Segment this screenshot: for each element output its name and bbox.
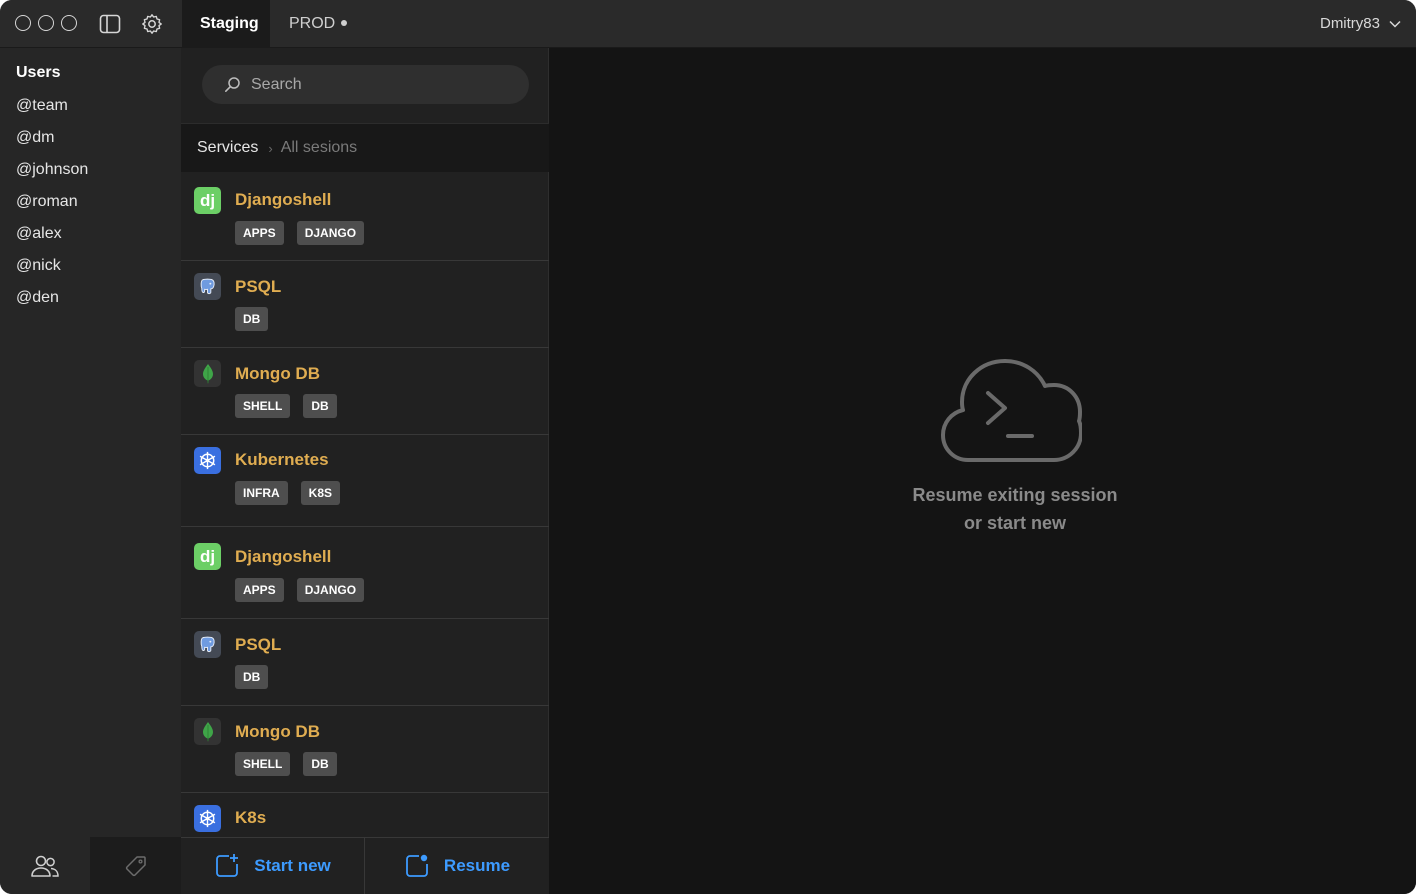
tag-icon xyxy=(125,855,146,876)
sidebar-item-team[interactable]: @team xyxy=(16,97,68,115)
item-title: K8s xyxy=(235,808,267,827)
django-icon: dj xyxy=(194,187,221,214)
tags-tab-button[interactable] xyxy=(90,837,181,894)
top-bar: Staging PROD Dmitry83 xyxy=(0,0,1416,48)
breadcrumb-services[interactable]: Services xyxy=(197,139,258,157)
mongodb-leaf-icon xyxy=(202,363,213,384)
sidebar-heading: Users xyxy=(16,64,61,81)
resume-button[interactable]: Resume xyxy=(365,838,549,894)
item-title: Djangoshell xyxy=(235,190,332,209)
list-item-k8s[interactable]: K8s xyxy=(181,793,549,843)
breadcrumb-current: All sesions xyxy=(280,139,358,156)
breadcrumb: Services › All sesions xyxy=(181,123,549,172)
tag-badge[interactable]: INFRA xyxy=(235,481,288,505)
search-input[interactable] xyxy=(251,75,491,94)
sidebar-toggle-icon[interactable] xyxy=(98,12,122,36)
search-box[interactable] xyxy=(202,65,529,104)
list-item-mongodb[interactable]: Mongo DB SHELL DB xyxy=(181,706,549,793)
sidebar-item-johnson[interactable]: @johnson xyxy=(16,161,88,179)
empty-state-line-2: or start new xyxy=(963,513,1067,533)
postgresql-icon xyxy=(194,273,221,300)
settings-gear-icon[interactable] xyxy=(140,12,164,36)
chevron-down-icon xyxy=(1389,20,1401,28)
tag-badge[interactable]: SHELL xyxy=(235,394,291,418)
tag-badge[interactable]: K8S xyxy=(300,481,341,505)
minimize-window-button[interactable] xyxy=(38,15,54,31)
new-session-icon xyxy=(216,854,239,877)
item-tags: INFRA K8S xyxy=(235,481,341,505)
mongodb-leaf-icon xyxy=(202,721,213,742)
sidebar-item-nick[interactable]: @nick xyxy=(16,257,61,275)
list-item-djangoshell[interactable]: dj Djangoshell APPS DJANGO xyxy=(181,527,549,619)
item-tags: SHELL DB xyxy=(235,394,337,418)
start-new-button[interactable]: Start new xyxy=(181,838,365,894)
chevron-right-icon: › xyxy=(268,140,273,156)
list-item-psql[interactable]: PSQL DB xyxy=(181,261,549,348)
users-icon xyxy=(31,855,59,877)
tag-badge[interactable]: DJANGO xyxy=(296,578,365,602)
tag-badge[interactable]: APPS xyxy=(235,578,284,602)
empty-state-line-1: Resume exiting session xyxy=(912,485,1118,505)
item-title: Djangoshell xyxy=(235,547,332,566)
main-content: Resume exiting session or start new xyxy=(550,48,1416,894)
tab-label: Staging xyxy=(200,15,259,32)
item-title: PSQL xyxy=(235,277,282,296)
list-item-mongodb[interactable]: Mongo DB SHELL DB xyxy=(181,348,549,435)
tag-badge[interactable]: DB xyxy=(303,752,337,776)
kubernetes-helm-icon xyxy=(199,809,216,828)
tab-label: PROD xyxy=(289,15,336,32)
item-tags: APPS DJANGO xyxy=(235,578,365,602)
kubernetes-icon xyxy=(194,447,221,474)
user-name: Dmitry83 xyxy=(1319,15,1380,32)
list-item-psql[interactable]: PSQL DB xyxy=(181,619,549,706)
tag-badge[interactable]: DB xyxy=(235,307,269,331)
item-title: Kubernetes xyxy=(235,450,329,469)
item-title: Mongo DB xyxy=(235,722,320,741)
tab-staging[interactable]: Staging xyxy=(182,0,270,48)
search-icon xyxy=(224,77,240,92)
item-tags: APPS DJANGO xyxy=(235,221,365,245)
postgresql-elephant-icon xyxy=(200,636,215,653)
sidebar-item-roman[interactable]: @roman xyxy=(16,193,78,211)
start-new-label: Start new xyxy=(254,856,331,875)
item-title: Mongo DB xyxy=(235,364,320,383)
sidebar-item-den[interactable]: @den xyxy=(16,289,59,307)
tag-badge[interactable]: APPS xyxy=(235,221,284,245)
sidebar-item-alex[interactable]: @alex xyxy=(16,225,62,243)
list-item-djangoshell[interactable]: dj Djangoshell APPS DJANGO xyxy=(181,172,549,261)
resume-session-icon xyxy=(406,854,428,877)
tag-badge[interactable]: SHELL xyxy=(235,752,291,776)
postgresql-elephant-icon xyxy=(200,278,215,295)
item-tags: DB xyxy=(235,307,269,331)
app-window: Staging PROD Dmitry83 Users @team @dm @j… xyxy=(0,0,1416,894)
resume-label: Resume xyxy=(443,856,511,875)
kubernetes-icon xyxy=(194,805,221,832)
user-menu[interactable]: Dmitry83 xyxy=(1320,0,1402,48)
item-tags: DB xyxy=(235,665,269,689)
close-window-button[interactable] xyxy=(15,15,31,31)
window-controls xyxy=(15,15,77,31)
tag-badge[interactable]: DJANGO xyxy=(296,221,365,245)
cloud-terminal-icon xyxy=(941,359,1082,462)
tag-badge[interactable]: DB xyxy=(235,665,269,689)
mongodb-icon xyxy=(194,718,221,745)
users-sidebar: Users @team @dm @johnson @roman @alex @n… xyxy=(0,48,181,894)
django-icon: dj xyxy=(194,543,221,570)
item-title: PSQL xyxy=(235,635,282,654)
postgresql-icon xyxy=(194,631,221,658)
mongodb-icon xyxy=(194,360,221,387)
kubernetes-helm-icon xyxy=(199,451,216,470)
services-panel: Services › All sesions dj Djangoshell AP… xyxy=(181,48,549,894)
tag-badge[interactable]: DB xyxy=(303,394,337,418)
unsaved-indicator-icon xyxy=(341,19,348,26)
maximize-window-button[interactable] xyxy=(61,15,77,31)
session-actions-bar: Start new Resume xyxy=(181,837,549,894)
users-tab-button[interactable] xyxy=(0,837,90,894)
item-tags: SHELL DB xyxy=(235,752,337,776)
sidebar-item-dm[interactable]: @dm xyxy=(16,129,54,147)
list-item-kubernetes[interactable]: Kubernetes INFRA K8S xyxy=(181,435,549,527)
sidebar-bottom-bar xyxy=(0,837,181,894)
tab-prod[interactable]: PROD xyxy=(271,0,365,48)
